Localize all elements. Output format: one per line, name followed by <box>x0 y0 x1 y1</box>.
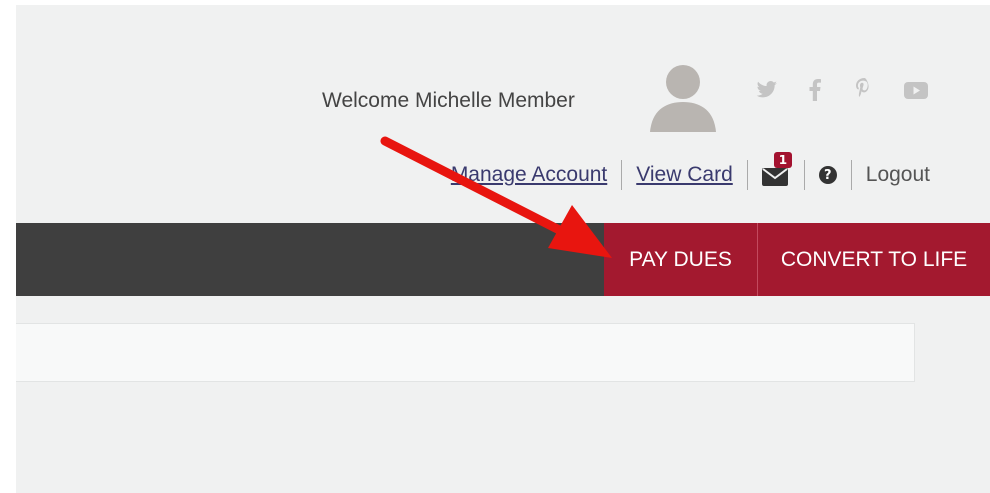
manage-account-link[interactable]: Manage Account <box>451 163 607 187</box>
help-icon[interactable]: ? <box>818 166 837 184</box>
main-navbar: PAY DUES CONVERT TO LIFE <box>16 223 990 296</box>
divider <box>621 160 623 190</box>
convert-to-life-button[interactable]: CONVERT TO LIFE <box>758 223 990 296</box>
pinterest-icon[interactable] <box>856 78 872 100</box>
facebook-icon[interactable] <box>809 79 821 101</box>
divider <box>803 160 805 190</box>
twitter-icon[interactable] <box>756 81 778 99</box>
pay-dues-button[interactable]: PAY DUES <box>604 223 758 296</box>
envelope-icon <box>761 168 788 186</box>
divider <box>746 160 748 190</box>
messages-button[interactable]: 1 <box>761 152 793 186</box>
welcome-text: Welcome Michelle Member <box>322 89 575 112</box>
divider <box>850 160 852 190</box>
youtube-icon[interactable] <box>904 82 928 99</box>
content-panel <box>16 323 915 382</box>
message-count-badge: 1 <box>773 152 793 168</box>
logout-link[interactable]: Logout <box>866 163 930 187</box>
account-links: Manage Account View Card 1 ? Logout <box>451 152 930 190</box>
user-avatar-icon[interactable] <box>648 62 718 132</box>
view-card-link[interactable]: View Card <box>636 163 733 187</box>
